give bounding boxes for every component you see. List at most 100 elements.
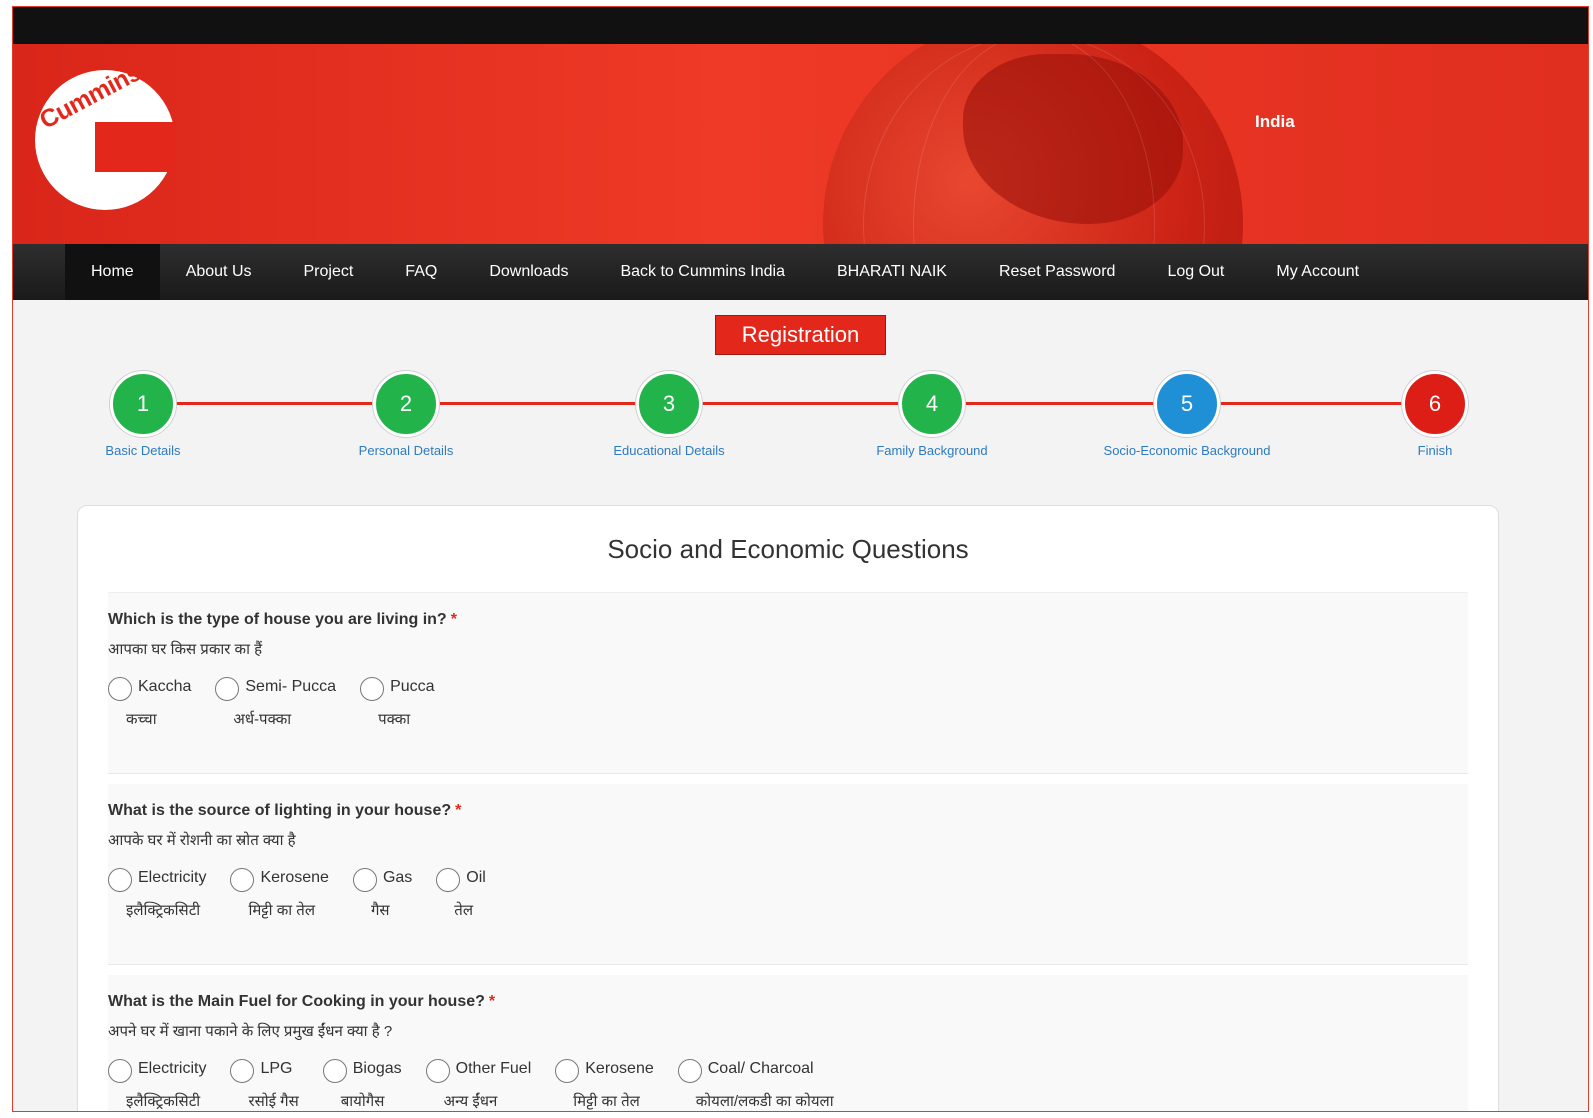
radio-button[interactable] [322, 1059, 347, 1083]
radio-row: Oil [436, 864, 486, 892]
option-label-hindi: बायोगैस [340, 1093, 385, 1110]
step-number: 1 [110, 371, 176, 437]
option-label: Kaccha [138, 678, 192, 695]
radio-row: Electricity [108, 1055, 206, 1083]
radio-option[interactable]: Kerosene मिट्टी का तेल [230, 864, 329, 920]
registration-button[interactable]: Registration [714, 315, 887, 355]
question-hindi: अपने घर में खाना पकाने के लिए प्रमुख ईंध… [108, 1023, 393, 1040]
country-label: India [1255, 112, 1295, 131]
question-text: What is the source of lighting in your h… [108, 802, 452, 819]
nav-item-downloads[interactable]: Downloads [463, 244, 594, 300]
radio-option[interactable]: Biogas बायोगैस [322, 1055, 402, 1111]
option-label: Pucca [390, 678, 435, 695]
option-label-hindi: कच्चा [126, 711, 157, 728]
step-number: 6 [1402, 371, 1468, 437]
radio-row: Kerosene [230, 864, 329, 892]
radio-button[interactable] [677, 1059, 702, 1083]
form-card: Socio and Economic Questions Which is th… [77, 505, 1499, 1111]
logo-c-shape [95, 122, 175, 172]
option-group: Kaccha कच्चा Semi- Pucca अर्ध-पक्का Pucca पक्… [108, 673, 1468, 729]
step-1[interactable]: 1 Basic Details [53, 371, 233, 458]
radio-button[interactable] [425, 1059, 450, 1083]
question-title: What is the Main Fuel for Cooking in you… [108, 993, 1468, 1011]
radio-button[interactable] [230, 1059, 255, 1083]
step-5[interactable]: 5 Socio-Economic Background [1097, 371, 1277, 458]
radio-option[interactable]: Pucca पक्का [360, 673, 435, 729]
required-marker: * [450, 611, 457, 628]
option-label-hindi: पक्का [378, 711, 411, 728]
step-2[interactable]: 2 Personal Details [316, 371, 496, 458]
radio-row: Gas [352, 864, 413, 892]
radio-option[interactable]: Semi- Pucca अर्ध-पक्का [215, 673, 336, 729]
option-group: Electricity इलैक्ट्रिकसिटी Kerosene मिट्टी … [108, 864, 1468, 920]
radio-button[interactable] [108, 1059, 132, 1083]
step-number: 5 [1154, 371, 1220, 437]
radio-option[interactable]: Gas गैस [352, 864, 413, 920]
question-block: What is the source of lighting in your h… [108, 784, 1468, 965]
radio-option[interactable]: Kerosene मिट्टी का तेल [555, 1055, 654, 1111]
radio-option[interactable]: Coal/ Charcoal कोयला/लकडी का कोयला [677, 1055, 834, 1111]
questions-list: Which is the type of house you are livin… [78, 593, 1498, 1111]
question-hindi: आपके घर में रोशनी का स्रोत क्या है [108, 832, 296, 849]
radio-button[interactable] [230, 868, 255, 892]
question-block: What is the Main Fuel for Cooking in you… [108, 975, 1468, 1111]
nav-item-home[interactable]: Home [65, 244, 160, 300]
radio-row: LPG [230, 1055, 298, 1083]
option-label-hindi: तेल [454, 902, 474, 919]
option-label: Electricity [138, 1060, 207, 1077]
radio-button[interactable] [352, 868, 377, 892]
radio-button[interactable] [555, 1059, 580, 1083]
radio-option[interactable]: Electricity इलैक्ट्रिकसिटी [108, 864, 206, 920]
radio-button[interactable] [215, 677, 240, 701]
step-label: Family Background [876, 443, 988, 458]
radio-row: Biogas [322, 1055, 402, 1083]
option-label-hindi: इलैक्ट्रिकसिटी [126, 902, 201, 919]
nav-item-reset-password[interactable]: Reset Password [973, 244, 1142, 300]
page-frame: Cummins India Home About Us Project FAQ Down… [12, 6, 1589, 1112]
option-label: Other Fuel [455, 1060, 532, 1077]
top-bar [13, 7, 1588, 44]
radio-button[interactable] [108, 868, 132, 892]
header-banner: Cummins India [13, 44, 1588, 244]
step-label: Basic Details [105, 443, 181, 458]
nav-item-project[interactable]: Project [278, 244, 380, 300]
option-label-hindi: इलैक्ट्रिकसिटी [126, 1093, 201, 1110]
radio-option[interactable]: Electricity इलैक्ट्रिकसिटी [108, 1055, 206, 1111]
radio-button[interactable] [108, 677, 132, 701]
radio-row: Kerosene [555, 1055, 654, 1083]
nav-item-about-us[interactable]: About Us [160, 244, 278, 300]
option-group: Electricity इलैक्ट्रिकसिटी LPG रसोई गैस Biog… [108, 1055, 1468, 1111]
radio-option[interactable]: Oil तेल [436, 864, 486, 920]
step-label: Finish [1417, 443, 1453, 458]
radio-row: Coal/ Charcoal [677, 1055, 834, 1083]
step-3[interactable]: 3 Educational Details [579, 371, 759, 458]
step-number: 2 [373, 371, 439, 437]
nav-item-faq[interactable]: FAQ [379, 244, 463, 300]
form-title: Socio and Economic Questions [108, 534, 1468, 593]
option-label-hindi: अर्ध-पक्का [233, 711, 292, 728]
option-label: LPG [260, 1060, 293, 1077]
radio-option[interactable]: LPG रसोई गैस [230, 1055, 299, 1111]
step-4[interactable]: 4 Family Background [842, 371, 1022, 458]
nav-item-bharati-naik[interactable]: BHARATI NAIK [811, 244, 973, 300]
step-6[interactable]: 6 Finish [1345, 371, 1525, 458]
step-label: Personal Details [358, 443, 454, 458]
option-label-hindi: मिट्टी का तेल [248, 902, 315, 919]
option-label-hindi: कोयला/लकडी का कोयला [695, 1093, 834, 1110]
nav-item-back-to-cummins-india[interactable]: Back to Cummins India [594, 244, 811, 300]
radio-button[interactable] [436, 868, 461, 892]
option-label: Gas [382, 869, 413, 886]
registration-header: Registration [13, 315, 1588, 357]
main-nav: Home About Us Project FAQ Downloads Back to C… [13, 244, 1588, 300]
option-label: Kerosene [585, 1060, 654, 1077]
required-marker: * [455, 802, 462, 819]
radio-button[interactable] [360, 677, 385, 701]
radio-option[interactable]: Other Fuel अन्य ईंधन [425, 1055, 532, 1111]
radio-option[interactable]: Kaccha कच्चा [108, 673, 191, 729]
nav-item-my-account[interactable]: My Account [1250, 244, 1385, 300]
question-title: What is the source of lighting in your h… [108, 802, 1468, 820]
question-title: Which is the type of house you are livin… [108, 611, 1468, 629]
nav-item-log-out[interactable]: Log Out [1141, 244, 1250, 300]
question-block: Which is the type of house you are livin… [108, 593, 1468, 774]
option-label: Coal/ Charcoal [707, 1060, 814, 1077]
